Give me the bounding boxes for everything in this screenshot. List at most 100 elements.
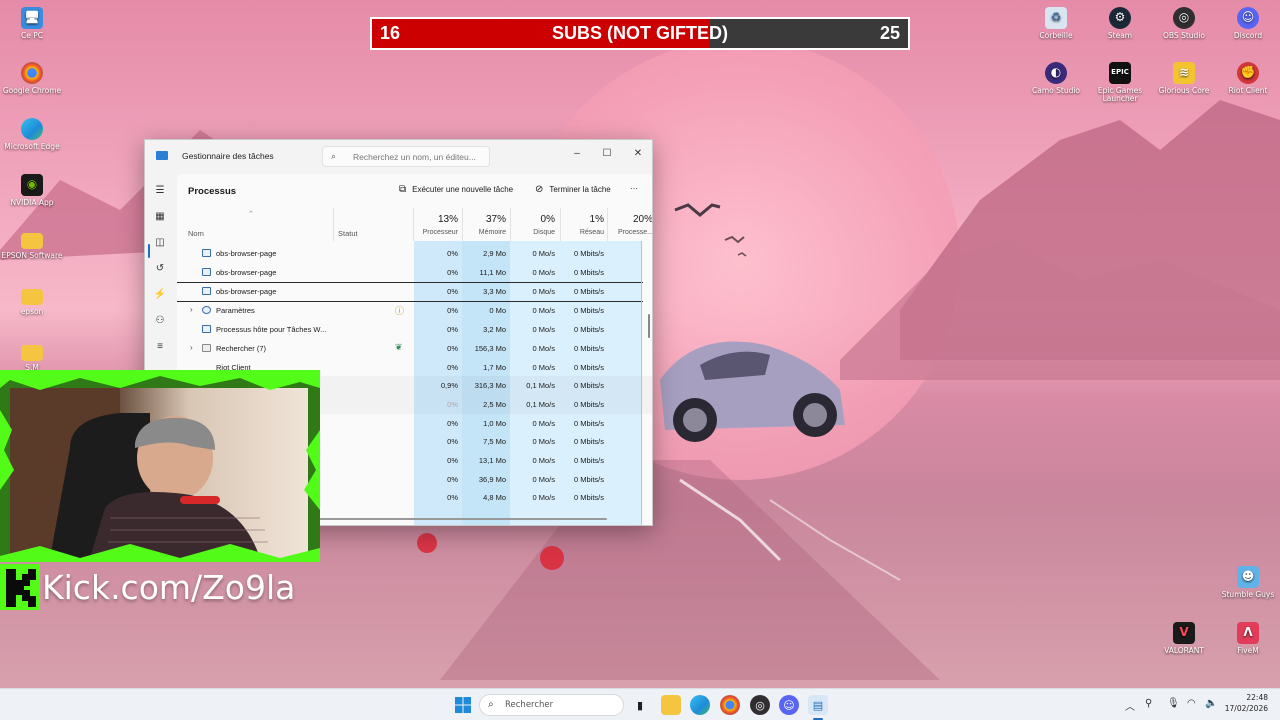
processes-icon[interactable]: ▦: [153, 210, 167, 224]
cpu-value: 0%: [447, 306, 458, 315]
desktop-icon-riot[interactable]: ✊ Riot Client: [1216, 62, 1280, 95]
column-header-gpu[interactable]: Processe...: [607, 229, 652, 236]
table-row[interactable]: › Rechercher (7) ❦ 0% 156,3 Mo 0 Mo/s 0 …: [177, 339, 652, 358]
gpu-column-edge: [641, 241, 642, 525]
taskbar-clock[interactable]: 22:48 17/02/2026: [1222, 693, 1268, 714]
memory-value: 4,8 Mo: [483, 493, 506, 502]
performance-icon[interactable]: ◫: [153, 236, 167, 250]
process-name: Rechercher (7): [216, 344, 267, 353]
column-header-cpu[interactable]: Processeur: [414, 229, 458, 236]
chrome-taskbar-icon[interactable]: [720, 695, 740, 715]
desktop-icon-nvidia[interactable]: ◉ NVIDIA App: [0, 174, 64, 207]
tray-overflow-chevron-icon[interactable]: ︿: [1125, 698, 1135, 713]
horizontal-scrollbar[interactable]: [317, 518, 607, 520]
close-button[interactable]: ✕: [626, 144, 650, 164]
minimize-button[interactable]: –: [565, 144, 589, 164]
column-header-network-percent[interactable]: 1%: [560, 214, 604, 225]
network-value: 0 Mbits/s: [573, 363, 604, 372]
glorious-icon: ≋: [1173, 62, 1195, 84]
obs-taskbar-icon[interactable]: ◎: [750, 695, 770, 715]
column-header-disk[interactable]: Disque: [510, 229, 555, 236]
startup-apps-icon[interactable]: ⚡: [153, 288, 167, 302]
sort-ascending-icon[interactable]: ⌃: [248, 210, 254, 218]
run-new-task-button[interactable]: ⧉ Exécuter une nouvelle tâche: [399, 184, 513, 195]
kick-channel-banner: Kick.com/Zo9la: [0, 563, 295, 611]
app-history-icon[interactable]: ↺: [153, 262, 167, 276]
users-icon[interactable]: ⚇: [153, 314, 167, 328]
camo-icon: ◐: [1045, 62, 1067, 84]
vertical-scrollbar[interactable]: [648, 314, 650, 338]
discord-taskbar-icon[interactable]: ☺: [779, 695, 799, 715]
more-options-button[interactable]: ···: [630, 184, 638, 193]
desktop-icon-glorious[interactable]: ≋ Glorious Core: [1152, 62, 1216, 95]
hamburger-menu-icon[interactable]: ☰: [153, 184, 167, 198]
column-header-name[interactable]: Nom: [188, 229, 204, 238]
disk-value: 0 Mo/s: [532, 363, 555, 372]
cpu-value: 0%: [447, 268, 458, 277]
table-row[interactable]: obs-browser-page 0% 2,9 Mo 0 Mo/s 0 Mbit…: [177, 244, 652, 263]
task-manager-taskbar-icon[interactable]: ▤: [808, 695, 828, 715]
microphone-icon[interactable]: 🎙: [1167, 698, 1180, 709]
task-view-icon[interactable]: ▮: [630, 695, 650, 715]
desktop-icon-stumble-guys[interactable]: ☻ Stumble Guys: [1216, 566, 1280, 599]
end-task-button[interactable]: ⊘ Terminer la tâche: [535, 184, 611, 195]
expand-chevron-icon[interactable]: ›: [190, 305, 193, 314]
maximize-button[interactable]: ☐: [595, 144, 619, 164]
desktop-icon-discord[interactable]: ☺ Discord: [1216, 7, 1280, 40]
column-header-memory-percent[interactable]: 37%: [462, 214, 506, 225]
column-header-cpu-percent[interactable]: 13%: [414, 214, 458, 225]
taskbar-search-input[interactable]: ⌕ Rechercher: [479, 694, 624, 716]
desktop-icon-chrome[interactable]: Google Chrome: [0, 62, 64, 95]
desktop-icon-label: Google Chrome: [2, 86, 62, 95]
search-app-icon: [202, 344, 211, 352]
discord-icon: ☺: [1237, 7, 1259, 29]
volume-icon[interactable]: 🔈: [1205, 698, 1217, 709]
desktop-icon-camo[interactable]: ◐ Camo Studio: [1024, 62, 1088, 95]
table-row-selected[interactable]: obs-browser-page 0% 3,3 Mo 0 Mo/s 0 Mbit…: [177, 282, 652, 301]
title-bar[interactable]: Gestionnaire des tâches ⌕ Recherchez un …: [145, 140, 652, 174]
disk-value: 0,1 Mo/s: [526, 400, 555, 409]
start-button[interactable]: [453, 695, 473, 715]
stumble-icon: ☻: [1237, 566, 1259, 588]
subs-goal-target: 25: [879, 23, 900, 43]
table-row[interactable]: obs-browser-page 0% 11,1 Mo 0 Mo/s 0 Mbi…: [177, 263, 652, 282]
cpu-value: 0%: [447, 400, 458, 409]
desktop-icon-corbeille[interactable]: ♻ Corbeille: [1024, 7, 1088, 40]
window-process-icon: [202, 268, 211, 276]
search-placeholder: Recherchez un nom, un éditeu...: [353, 152, 476, 162]
desktop-icon-steam[interactable]: ⚙ Steam: [1088, 7, 1152, 40]
column-header-gpu-percent[interactable]: 20%: [607, 214, 652, 225]
desktop-icon-epic[interactable]: EPIC Epic Games Launcher: [1088, 62, 1152, 104]
desktop-icon-sm[interactable]: S.M: [0, 342, 64, 372]
column-divider: [333, 208, 334, 241]
expand-chevron-icon[interactable]: ›: [190, 343, 193, 352]
wifi-icon[interactable]: ◠: [1187, 698, 1196, 709]
desktop-icon-edge[interactable]: Microsoft Edge: [0, 118, 64, 151]
desktop-icon-epson[interactable]: epson: [0, 286, 64, 316]
table-row[interactable]: › Paramètres ⓘ 0% 0 Mo 0 Mo/s 0 Mbits/s: [177, 301, 652, 320]
column-header-disk-percent[interactable]: 0%: [510, 214, 555, 225]
details-icon[interactable]: ≡: [153, 340, 167, 354]
clock-time: 22:48: [1246, 693, 1268, 702]
network-value: 0 Mbits/s: [573, 400, 604, 409]
disk-value: 0 Mo/s: [532, 268, 555, 277]
column-header-memory[interactable]: Mémoire: [462, 229, 506, 236]
network-icon[interactable]: ⚲: [1145, 698, 1152, 709]
edge-taskbar-icon[interactable]: [690, 695, 710, 715]
desktop-icon-fivem[interactable]: Λ FiveM: [1216, 622, 1280, 655]
subs-goal-label: SUBS (NOT GIFTED): [552, 23, 728, 43]
desktop-icon-ce-pc[interactable]: 🖥 Ce PC: [0, 7, 64, 40]
file-explorer-icon[interactable]: [661, 695, 681, 715]
column-header-network[interactable]: Réseau: [560, 229, 604, 236]
desktop-icon-label: Microsoft Edge: [4, 142, 60, 151]
desktop-icon-valorant[interactable]: V VALORANT: [1152, 622, 1216, 655]
column-header-status[interactable]: Statut: [338, 229, 358, 238]
search-input[interactable]: ⌕ Recherchez un nom, un éditeu...: [322, 146, 490, 167]
memory-value: 3,3 Mo: [483, 287, 506, 296]
search-icon: ⌕: [331, 151, 337, 161]
table-row[interactable]: Processus hôte pour Tâches W... 0% 3,2 M…: [177, 320, 652, 339]
wallpaper-car: [660, 341, 845, 442]
window-process-icon: [202, 325, 211, 333]
desktop-icon-obs[interactable]: ◎ OBS Studio: [1152, 7, 1216, 40]
desktop-icon-epson-software[interactable]: EPSON Software: [0, 230, 64, 260]
